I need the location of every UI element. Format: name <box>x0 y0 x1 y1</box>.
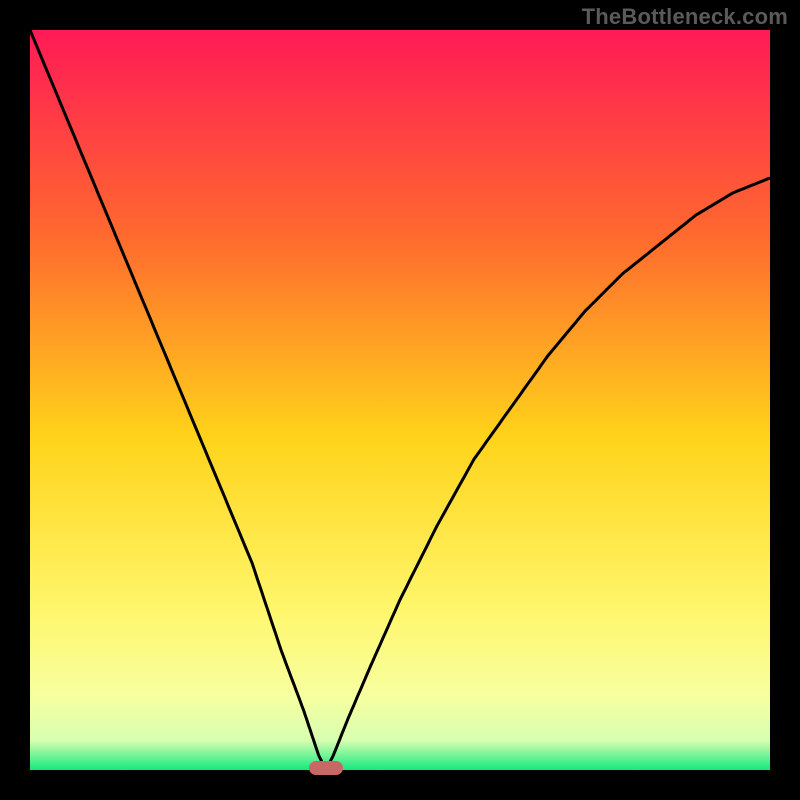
chart-frame: TheBottleneck.com <box>0 0 800 800</box>
bottleneck-chart <box>0 0 800 800</box>
plot-background <box>30 30 770 770</box>
minimum-marker <box>309 761 343 775</box>
watermark-text: TheBottleneck.com <box>582 4 788 30</box>
